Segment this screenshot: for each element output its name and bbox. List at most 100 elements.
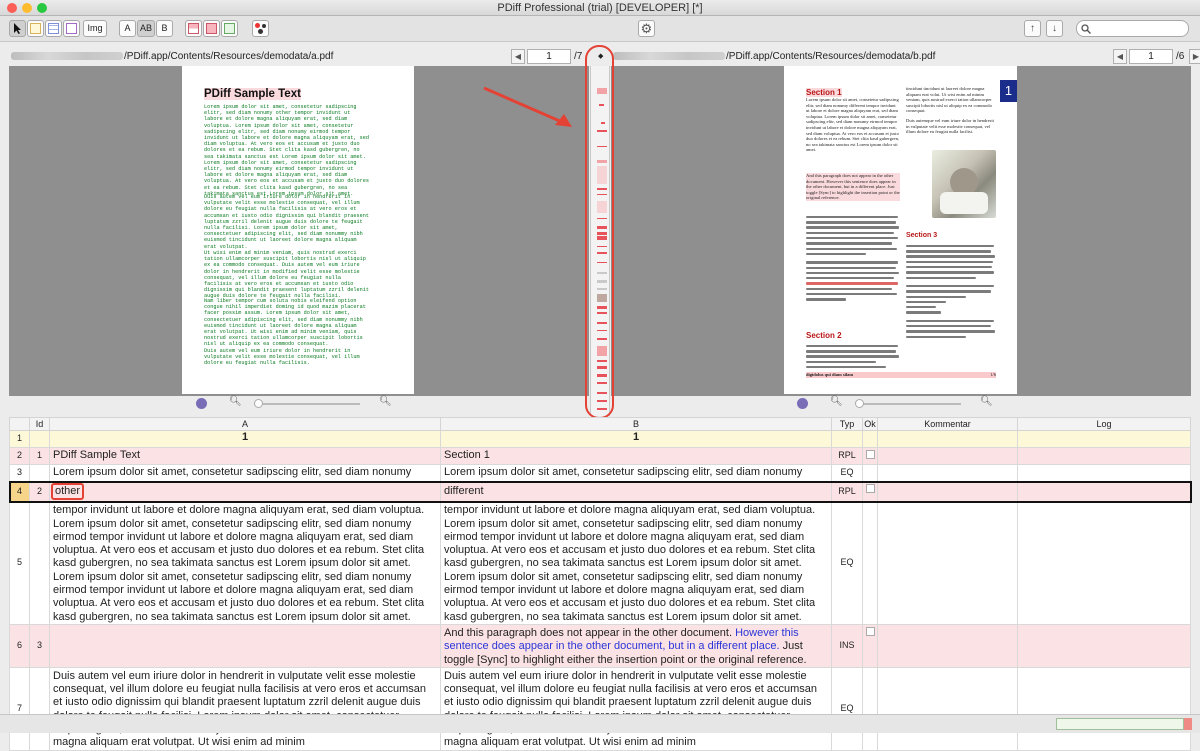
cell-kommentar[interactable] — [877, 430, 1018, 448]
settings-button[interactable]: ⚙ — [638, 20, 655, 37]
cell-ok[interactable] — [862, 623, 878, 668]
split-view-button[interactable] — [185, 20, 202, 37]
cell-kommentar[interactable] — [877, 666, 1018, 751]
doc-a-paragraph-5: Duis autem vel eum iriure dolor in hendr… — [204, 348, 360, 367]
table-row-selected[interactable]: 4 2 other different RPL — [8, 480, 1192, 503]
cell-typ: INS — [831, 623, 863, 668]
doc-b-footer-left: digidolus qui diam silam — [806, 372, 854, 377]
table-row[interactable]: 1 1 1 — [9, 430, 1191, 448]
ok-column-header[interactable]: Ok — [862, 417, 878, 431]
left-page-input[interactable]: 1 — [527, 49, 571, 64]
table-row[interactable]: 7 Duis autem vel eum iriure dolor in hen… — [9, 666, 1191, 751]
id-column-header[interactable]: Id — [29, 417, 50, 431]
cell-kommentar[interactable] — [877, 480, 1018, 503]
doc-b-section-1: Section 1 — [806, 88, 842, 97]
a-column-header[interactable]: A — [49, 417, 441, 431]
green-swatch-icon — [224, 23, 235, 34]
cell-b[interactable]: And this paragraph does not appear in th… — [440, 623, 832, 668]
log-column-header[interactable]: Log — [1017, 417, 1191, 431]
kommentar-column-header[interactable]: Kommentar — [877, 417, 1018, 431]
row-number: 4 — [9, 480, 30, 503]
cell-kommentar[interactable] — [877, 447, 1018, 465]
cell-b[interactable]: tempor invidunt ut labore et dolore magn… — [440, 501, 832, 625]
status-bar — [0, 714, 1200, 733]
search-input[interactable] — [1076, 20, 1189, 37]
split-icon — [188, 23, 199, 34]
show-a-button[interactable]: A — [119, 20, 136, 37]
typ-column-header[interactable]: Typ — [831, 417, 863, 431]
cell-a[interactable]: PDiff Sample Text — [49, 447, 441, 465]
table-frame-tool-button[interactable] — [45, 20, 62, 37]
show-b-button[interactable]: B — [156, 20, 173, 37]
sync-icon[interactable] — [196, 398, 207, 409]
cell-b[interactable]: different — [440, 480, 832, 503]
table-row[interactable]: 6 3 And this paragraph does not appear i… — [9, 623, 1191, 668]
right-next-page-button[interactable]: ▶ — [1189, 49, 1200, 64]
cell-b[interactable]: Duis autem vel eum iriure dolor in hendr… — [440, 666, 832, 751]
pointer-tool-button[interactable] — [9, 20, 26, 37]
left-prev-page-button[interactable]: ◀ — [511, 49, 525, 64]
zoom-slider-track[interactable] — [855, 403, 961, 405]
table-row[interactable]: 3 Lorem ipsum dolor sit amet, consetetur… — [9, 464, 1191, 482]
zoom-slider-thumb[interactable] — [254, 399, 263, 408]
cell-ok[interactable] — [862, 430, 878, 448]
cell-b[interactable]: 1 — [440, 430, 832, 448]
zoom-out-icon[interactable]: 🔍︎ — [229, 396, 242, 407]
cell-kommentar[interactable] — [877, 501, 1018, 625]
doc-a-paragraph-2: Duis autem vel eum iriure dolor in hendr… — [204, 194, 369, 250]
show-ab-button[interactable]: AB — [137, 20, 155, 37]
cell-b[interactable]: Section 1 — [440, 447, 832, 465]
row-number: 7 — [9, 666, 30, 751]
table-row[interactable]: 5 tempor invidunt ut labore et dolore ma… — [9, 501, 1191, 625]
doc-b-footer-right: 1/6 — [990, 372, 996, 377]
cell-a[interactable]: other — [49, 480, 441, 503]
cell-ok[interactable] — [862, 464, 878, 482]
cell-kommentar[interactable] — [877, 623, 1018, 668]
next-diff-button[interactable]: ↓ — [1046, 20, 1063, 37]
cell-ok[interactable] — [862, 501, 878, 625]
cell-b[interactable]: Lorem ipsum dolor sit amet, consetetur s… — [440, 464, 832, 482]
cell-a[interactable]: 1 — [49, 430, 441, 448]
zoom-out-icon[interactable]: 🔍︎ — [830, 396, 843, 407]
grid-icon — [48, 23, 59, 34]
table-row[interactable]: 2 1 PDiff Sample Text Section 1 RPL — [9, 447, 1191, 465]
right-page-input[interactable]: 1 — [1129, 49, 1173, 64]
cell-a[interactable]: Lorem ipsum dolor sit amet, consetetur s… — [49, 464, 441, 482]
img-button[interactable]: Img — [83, 20, 107, 37]
close-window-button[interactable] — [7, 3, 17, 13]
zoom-in-icon[interactable]: 🔍︎ — [980, 396, 993, 407]
cell-kommentar[interactable] — [877, 464, 1018, 482]
arrow-up-icon: ↑ — [1030, 23, 1035, 34]
doc-b-text-lines — [806, 213, 900, 304]
b-column-header[interactable]: B — [440, 417, 832, 431]
title-bar: PDiff Professional (trial) [DEVELOPER] [… — [0, 0, 1200, 16]
palette-button[interactable] — [252, 20, 269, 37]
row-id — [29, 464, 50, 482]
search-icon — [1081, 24, 1091, 34]
eq-color-button[interactable] — [221, 20, 238, 37]
ok-checkbox[interactable] — [866, 484, 875, 493]
cell-a[interactable]: Duis autem vel eum iriure dolor in hendr… — [49, 666, 441, 751]
zoom-slider-thumb[interactable] — [855, 399, 864, 408]
doc-b-footer: digidolus qui diam silam 1/6 — [806, 372, 996, 378]
right-prev-page-button[interactable]: ◀ — [1113, 49, 1127, 64]
zoom-window-button[interactable] — [37, 3, 47, 13]
zoom-slider-track[interactable] — [254, 403, 360, 405]
cell-log — [1017, 447, 1191, 465]
ok-checkbox[interactable] — [866, 450, 875, 459]
previous-diff-button[interactable]: ↑ — [1024, 20, 1041, 37]
text-frame-tool-button[interactable] — [27, 20, 44, 37]
cell-a[interactable] — [49, 623, 441, 668]
minimize-window-button[interactable] — [22, 3, 32, 13]
image-frame-tool-button[interactable] — [63, 20, 80, 37]
cell-a[interactable]: tempor invidunt ut labore et dolore magn… — [49, 501, 441, 625]
ok-checkbox[interactable] — [866, 626, 875, 636]
cell-ok[interactable] — [862, 480, 878, 503]
doc-a-paragraph-1: Lorem ipsum dolor sit amet, consetetur s… — [204, 104, 369, 197]
annotation-arrow-icon — [483, 86, 572, 127]
cell-ok[interactable] — [862, 447, 878, 465]
diff-color-button[interactable] — [203, 20, 220, 37]
sync-icon[interactable] — [797, 398, 808, 409]
zoom-in-icon[interactable]: 🔍︎ — [379, 396, 392, 407]
cell-ok[interactable] — [862, 666, 878, 751]
